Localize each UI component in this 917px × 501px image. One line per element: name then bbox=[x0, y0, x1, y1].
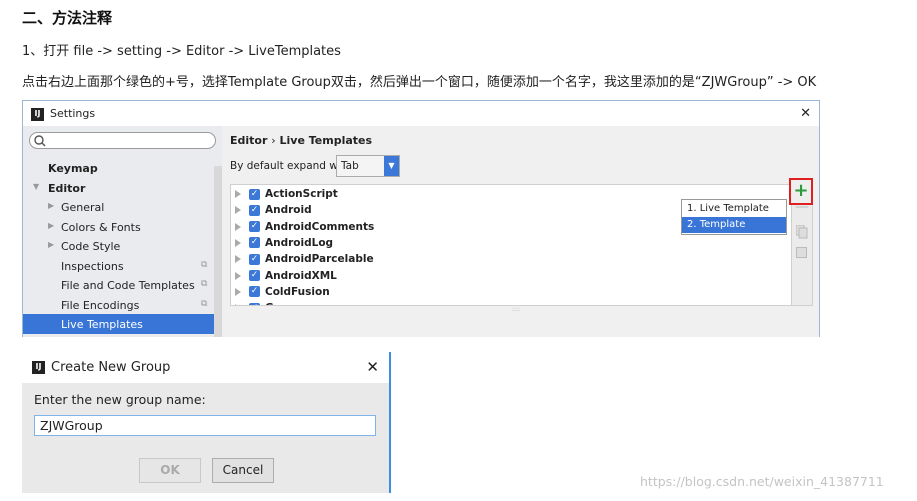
expand-value: Tab bbox=[341, 160, 359, 172]
expand-arrow-icon[interactable] bbox=[235, 206, 241, 215]
checkbox-checked-icon[interactable]: ✓ bbox=[249, 286, 260, 298]
checkbox-checked-icon[interactable]: ✓ bbox=[249, 188, 260, 200]
sidebar-item-label: General bbox=[61, 201, 105, 214]
expand-label: By default expand with bbox=[230, 160, 352, 172]
sidebar-item-label: Colors & Fonts bbox=[61, 220, 141, 234]
sidebar-item[interactable]: Inspections bbox=[61, 260, 124, 273]
ok-button[interactable]: OK bbox=[139, 458, 201, 483]
sidebar-item[interactable]: ▶ General bbox=[48, 201, 105, 214]
expand-arrow-icon[interactable] bbox=[235, 287, 241, 296]
sidebar-scrollbar[interactable] bbox=[214, 166, 222, 337]
close-icon[interactable]: ✕ bbox=[800, 101, 811, 126]
group-name: AndroidComments bbox=[265, 220, 375, 233]
checkbox-checked-icon[interactable]: ✓ bbox=[249, 270, 260, 281]
watermark: https://blog.csdn.net/weixin_41387711 bbox=[640, 474, 884, 489]
settings-main-panel: Editor › Live Templates By default expan… bbox=[222, 126, 819, 337]
plus-icon: + bbox=[793, 180, 809, 201]
sidebar-item[interactable]: ▶ Code Style bbox=[48, 240, 121, 253]
group-name: AndroidLog bbox=[265, 236, 334, 249]
sidebar-item[interactable]: Keymap bbox=[48, 162, 98, 175]
settings-window: IJ Settings ✕ Keymap ▼ Editor ▶ General ▶ Color… bbox=[22, 100, 820, 337]
checkbox-checked-icon[interactable]: ✓ bbox=[249, 237, 260, 249]
edit-icon[interactable] bbox=[796, 247, 808, 259]
collapse-arrow-icon[interactable]: ▶ bbox=[48, 240, 54, 249]
template-group-row[interactable]: ✓ AndroidParcelable bbox=[231, 251, 374, 267]
sidebar-item-label: Editor bbox=[48, 181, 86, 195]
menu-item-live-template[interactable]: 1. Live Template bbox=[682, 201, 786, 217]
settings-sidebar: Keymap ▼ Editor ▶ General ▶ Colors & Fonts ▶ Cod… bbox=[23, 126, 222, 337]
template-group-row[interactable]: ✓ ColdFusion bbox=[231, 284, 330, 300]
sidebar-item-label: Code Style bbox=[61, 240, 121, 253]
dialog-title: Create New Group bbox=[51, 360, 171, 375]
search-icon bbox=[34, 135, 46, 147]
group-name: ColdFusion bbox=[265, 285, 330, 298]
sidebar-item-label: Live Templates bbox=[61, 318, 143, 331]
expand-arrow-icon[interactable] bbox=[235, 304, 241, 305]
project-scope-icon: ⧉ bbox=[201, 279, 208, 289]
sidebar-item-label: Inspections bbox=[61, 259, 124, 273]
search-input[interactable] bbox=[29, 132, 216, 149]
copy-icon[interactable] bbox=[796, 225, 808, 239]
checkbox-checked-icon[interactable]: ✓ bbox=[249, 302, 260, 305]
expand-arrow-icon[interactable] bbox=[235, 271, 241, 280]
step-2-text: 点击右边上面那个绿色的+号，选择Template Group双击，然后弹出一个窗… bbox=[22, 75, 817, 90]
create-new-group-dialog: IJ Create New Group ✕ Enter the new group… bbox=[22, 352, 391, 493]
expand-arrow-icon[interactable] bbox=[235, 190, 241, 198]
breadcrumb-current: Live Templates bbox=[279, 134, 373, 147]
group-name-input[interactable]: ZJWGroup bbox=[34, 415, 376, 436]
breadcrumb: Editor › Live Templates bbox=[230, 134, 372, 147]
intellij-logo-icon: IJ bbox=[31, 107, 44, 121]
expand-arrow-icon[interactable]: ▼ bbox=[33, 182, 39, 191]
template-group-row[interactable]: ✓ AndroidLog bbox=[231, 235, 333, 251]
group-name: AndroidParcelable bbox=[265, 253, 374, 266]
expand-arrow-icon[interactable] bbox=[235, 238, 241, 247]
expand-arrow-icon[interactable] bbox=[235, 222, 241, 231]
checkbox-checked-icon[interactable]: ✓ bbox=[249, 204, 260, 216]
collapse-arrow-icon[interactable]: ▶ bbox=[48, 221, 54, 230]
sidebar-item[interactable]: File and Code Templates bbox=[61, 279, 195, 292]
sidebar-item[interactable]: File Encodings bbox=[61, 299, 139, 312]
collapse-arrow-icon[interactable]: ▶ bbox=[48, 201, 54, 210]
sidebar-item[interactable]: ▼ Editor bbox=[33, 181, 86, 195]
chevron-down-icon[interactable]: ▼ bbox=[384, 156, 399, 176]
expand-arrow-icon[interactable] bbox=[235, 255, 241, 264]
expand-with-select[interactable]: Tab ▼ bbox=[336, 155, 400, 177]
checkbox-checked-icon[interactable]: ✓ bbox=[249, 221, 260, 233]
sidebar-item-label: File Encodings bbox=[61, 298, 140, 312]
template-group-row[interactable]: ✓ Android bbox=[231, 202, 312, 218]
sidebar-item-label: File and Code Templates bbox=[61, 279, 195, 292]
project-scope-icon: ⧉ bbox=[201, 259, 208, 270]
group-name-label: Enter the new group name: bbox=[34, 392, 206, 407]
cancel-button[interactable]: Cancel bbox=[212, 458, 274, 483]
add-button[interactable]: + bbox=[789, 178, 813, 205]
section-heading: 二、方法注释 bbox=[22, 9, 113, 27]
group-name: Groovy bbox=[265, 302, 307, 305]
close-icon[interactable]: ✕ bbox=[366, 352, 379, 383]
settings-title: Settings bbox=[50, 107, 96, 120]
intellij-logo-icon: IJ bbox=[32, 361, 45, 374]
group-name: ActionScript bbox=[265, 188, 338, 200]
menu-item-template-group[interactable]: 2. Template Group... bbox=[682, 217, 786, 246]
template-group-row[interactable]: ✓ AndroidComments bbox=[231, 219, 374, 235]
add-popup-menu: 1. Live Template 2. Template Group... bbox=[681, 199, 787, 246]
dialog-title-bar: IJ Create New Group ✕ bbox=[22, 352, 389, 383]
settings-title-bar: IJ Settings ✕ bbox=[23, 101, 819, 126]
template-group-row[interactable]: ✓ ActionScript bbox=[231, 186, 338, 202]
resize-grip[interactable]: :::: bbox=[512, 306, 520, 313]
sidebar-item[interactable]: ▶ Colors & Fonts bbox=[48, 220, 141, 234]
group-name: Android bbox=[265, 204, 312, 217]
template-group-row[interactable]: ✓ AndroidXML bbox=[231, 268, 337, 284]
sidebar-item-label: Keymap bbox=[48, 162, 98, 175]
breadcrumb-separator: › bbox=[271, 134, 276, 147]
template-group-row[interactable]: ✓ Groovy bbox=[231, 300, 307, 305]
checkbox-checked-icon[interactable]: ✓ bbox=[249, 253, 260, 265]
sidebar-item[interactable]: Live Templates bbox=[61, 318, 143, 331]
group-name: AndroidXML bbox=[265, 269, 337, 282]
project-scope-icon: ⧉ bbox=[201, 298, 208, 309]
breadcrumb-parent[interactable]: Editor bbox=[230, 134, 267, 147]
step-1-text: 1、打开 file -> setting -> Editor -> LiveTe… bbox=[22, 44, 341, 59]
